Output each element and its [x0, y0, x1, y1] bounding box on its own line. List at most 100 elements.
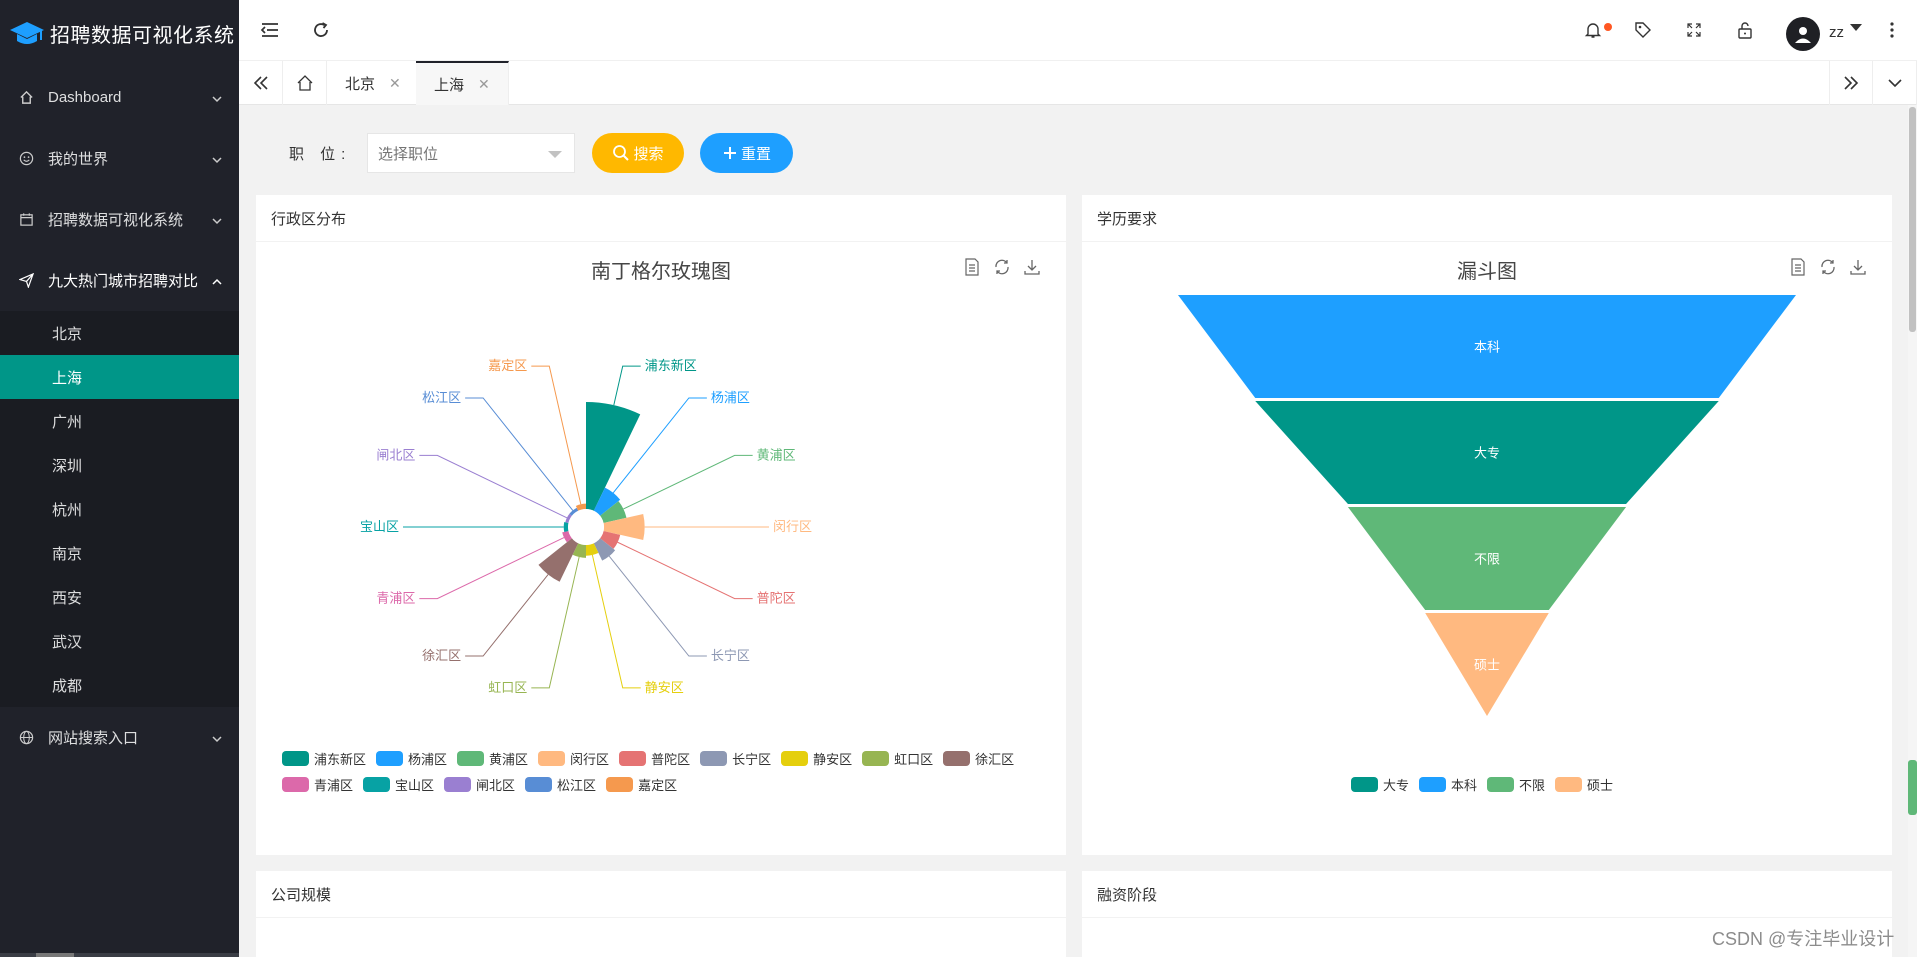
- home-tab-icon[interactable]: [283, 61, 327, 105]
- sidebar-sub-nanjing[interactable]: 南京: [0, 531, 239, 575]
- sidebar-item-site-search[interactable]: 网站搜索入口: [0, 707, 239, 768]
- notification-dot: [1604, 23, 1612, 31]
- close-icon[interactable]: ✕: [478, 76, 490, 93]
- legend-item[interactable]: 闸北区: [444, 771, 515, 797]
- scrollbar-thumb[interactable]: [1909, 107, 1916, 332]
- legend-item[interactable]: 长宁区: [700, 745, 771, 771]
- avatar[interactable]: [1786, 17, 1820, 51]
- close-icon[interactable]: ✕: [389, 75, 401, 92]
- rose-slice-10[interactable]: [563, 522, 569, 532]
- legend-label: 不限: [1519, 777, 1546, 793]
- tabs-scroll-left-icon[interactable]: [239, 61, 283, 105]
- legend-item[interactable]: 不限: [1487, 771, 1545, 797]
- sidebar-item-label: 网站搜索入口: [48, 730, 139, 747]
- app-logo[interactable]: 招聘数据可视化系统: [0, 0, 239, 67]
- reset-button[interactable]: 重置: [700, 133, 793, 173]
- chevron-down-icon: [211, 92, 223, 104]
- sidebar-sub-xian[interactable]: 西安: [0, 575, 239, 619]
- legend-item[interactable]: 黄浦区: [457, 745, 528, 771]
- chart-toolbox: [1788, 257, 1868, 277]
- sidebar-item-dashboard[interactable]: Dashboard: [0, 67, 239, 128]
- rose-slice-8[interactable]: [538, 538, 579, 582]
- restore-icon[interactable]: [1818, 257, 1838, 277]
- funnel-label: 大专: [1474, 446, 1500, 461]
- sidebar-item-label: 我的世界: [48, 151, 109, 168]
- tabs-scroll-right-icon[interactable]: [1829, 61, 1873, 105]
- sidebar-sub-beijing[interactable]: 北京: [0, 311, 239, 355]
- caret-down-icon[interactable]: [1849, 21, 1863, 35]
- refresh-icon[interactable]: [308, 17, 334, 43]
- tab-beijing[interactable]: 北京 ✕: [327, 61, 420, 105]
- legend-swatch: [282, 750, 309, 766]
- tag-icon[interactable]: [1630, 17, 1656, 43]
- rose-label: 静安区: [645, 680, 684, 695]
- sidebar-item-label: 九大热门城市招聘对比: [48, 273, 199, 290]
- legend-item[interactable]: 宝山区: [363, 771, 434, 797]
- rose-label: 青浦区: [376, 591, 415, 606]
- legend-swatch: [619, 750, 647, 766]
- legend-item[interactable]: 杨浦区: [376, 745, 447, 771]
- legend-item[interactable]: 静安区: [781, 745, 852, 771]
- legend-swatch: [444, 776, 472, 792]
- more-vertical-icon[interactable]: [1879, 17, 1905, 43]
- tab-shanghai[interactable]: 上海 ✕: [416, 61, 509, 105]
- main-content: 职 位: 选择职位 搜索 重置 行政区分布 南丁格尔玫瑰图 浦东新区 杨浦区 黄浦区…: [239, 105, 1899, 957]
- search-icon: [612, 144, 630, 162]
- data-view-icon[interactable]: [1788, 257, 1808, 277]
- fullscreen-icon[interactable]: [1681, 17, 1707, 43]
- sidebar-sub-guangzhou[interactable]: 广州: [0, 399, 239, 443]
- sidebar-item-recruit-viz[interactable]: 招聘数据可视化系统: [0, 189, 239, 250]
- chevron-down-icon: [211, 214, 223, 226]
- legend-item[interactable]: 大专: [1350, 771, 1409, 797]
- sidebar-item-city-compare[interactable]: 九大热门城市招聘对比: [0, 250, 239, 311]
- legend-item[interactable]: 青浦区: [282, 771, 353, 797]
- legend-item[interactable]: 虹口区: [862, 745, 933, 771]
- rose-label: 闸北区: [376, 447, 415, 462]
- username[interactable]: zz: [1829, 24, 1844, 41]
- rose-label-line: [419, 454, 568, 519]
- rose-label: 宝山区: [360, 519, 399, 534]
- legend-swatch: [1418, 776, 1446, 792]
- funnel-legend: 大专 本科 不限 硕士: [1082, 771, 1892, 797]
- legend-swatch: [700, 750, 728, 766]
- collapse-menu-icon[interactable]: [257, 17, 283, 43]
- filter-row: 职 位: 选择职位 搜索 重置: [239, 105, 1899, 195]
- legend-swatch: [457, 750, 485, 766]
- chevron-up-icon: [211, 275, 223, 287]
- legend-swatch: [376, 750, 404, 766]
- legend-item[interactable]: 硕士: [1555, 771, 1613, 797]
- legend-item[interactable]: 普陀区: [619, 745, 690, 771]
- scrollbar-thumb[interactable]: [36, 953, 74, 957]
- rose-legend: 浦东新区 杨浦区 黄浦区 闵行区 普陀区 长宁区 静安区 虹口区 徐汇区青浦区 宝山区 闸北区 松江区…: [282, 745, 1052, 797]
- sidebar-scrollbar[interactable]: [0, 953, 239, 957]
- chevron-down-icon: [211, 153, 223, 165]
- download-icon[interactable]: [1848, 257, 1868, 277]
- legend-label: 长宁区: [732, 751, 772, 767]
- tabs-menu-chevron-icon[interactable]: [1873, 61, 1917, 105]
- legend-item[interactable]: 浦东新区: [282, 745, 366, 771]
- legend-item[interactable]: 嘉定区: [606, 771, 677, 797]
- card-title: 融资阶段: [1082, 871, 1892, 918]
- legend-swatch: [943, 750, 971, 766]
- card-title: 学历要求: [1082, 195, 1892, 242]
- funnel-label: 不限: [1474, 552, 1500, 567]
- legend-item[interactable]: 本科: [1418, 771, 1477, 797]
- sidebar-sub-shenzhen[interactable]: 深圳: [0, 443, 239, 487]
- legend-item[interactable]: 松江区: [525, 771, 596, 797]
- legend-item[interactable]: 徐汇区: [943, 745, 1014, 771]
- sidebar-item-my-world[interactable]: 我的世界: [0, 128, 239, 189]
- bell-icon[interactable]: [1580, 17, 1606, 43]
- sidebar-sub-chengdu[interactable]: 成都: [0, 663, 239, 707]
- sidebar-sub-hangzhou[interactable]: 杭州: [0, 487, 239, 531]
- position-select[interactable]: 选择职位: [367, 133, 575, 173]
- rose-label-line: [531, 365, 582, 505]
- sidebar-sub-wuhan[interactable]: 武汉: [0, 619, 239, 663]
- search-button[interactable]: 搜索: [592, 133, 684, 173]
- lock-icon[interactable]: [1732, 17, 1758, 43]
- legend-label: 闵行区: [570, 751, 610, 767]
- page-scrollbar[interactable]: [1908, 105, 1917, 957]
- funnel-label: 本科: [1474, 340, 1500, 355]
- legend-item[interactable]: 闵行区: [538, 745, 609, 771]
- sidebar-sub-shanghai[interactable]: 上海: [0, 355, 239, 399]
- legend-label: 普陀区: [651, 751, 691, 767]
